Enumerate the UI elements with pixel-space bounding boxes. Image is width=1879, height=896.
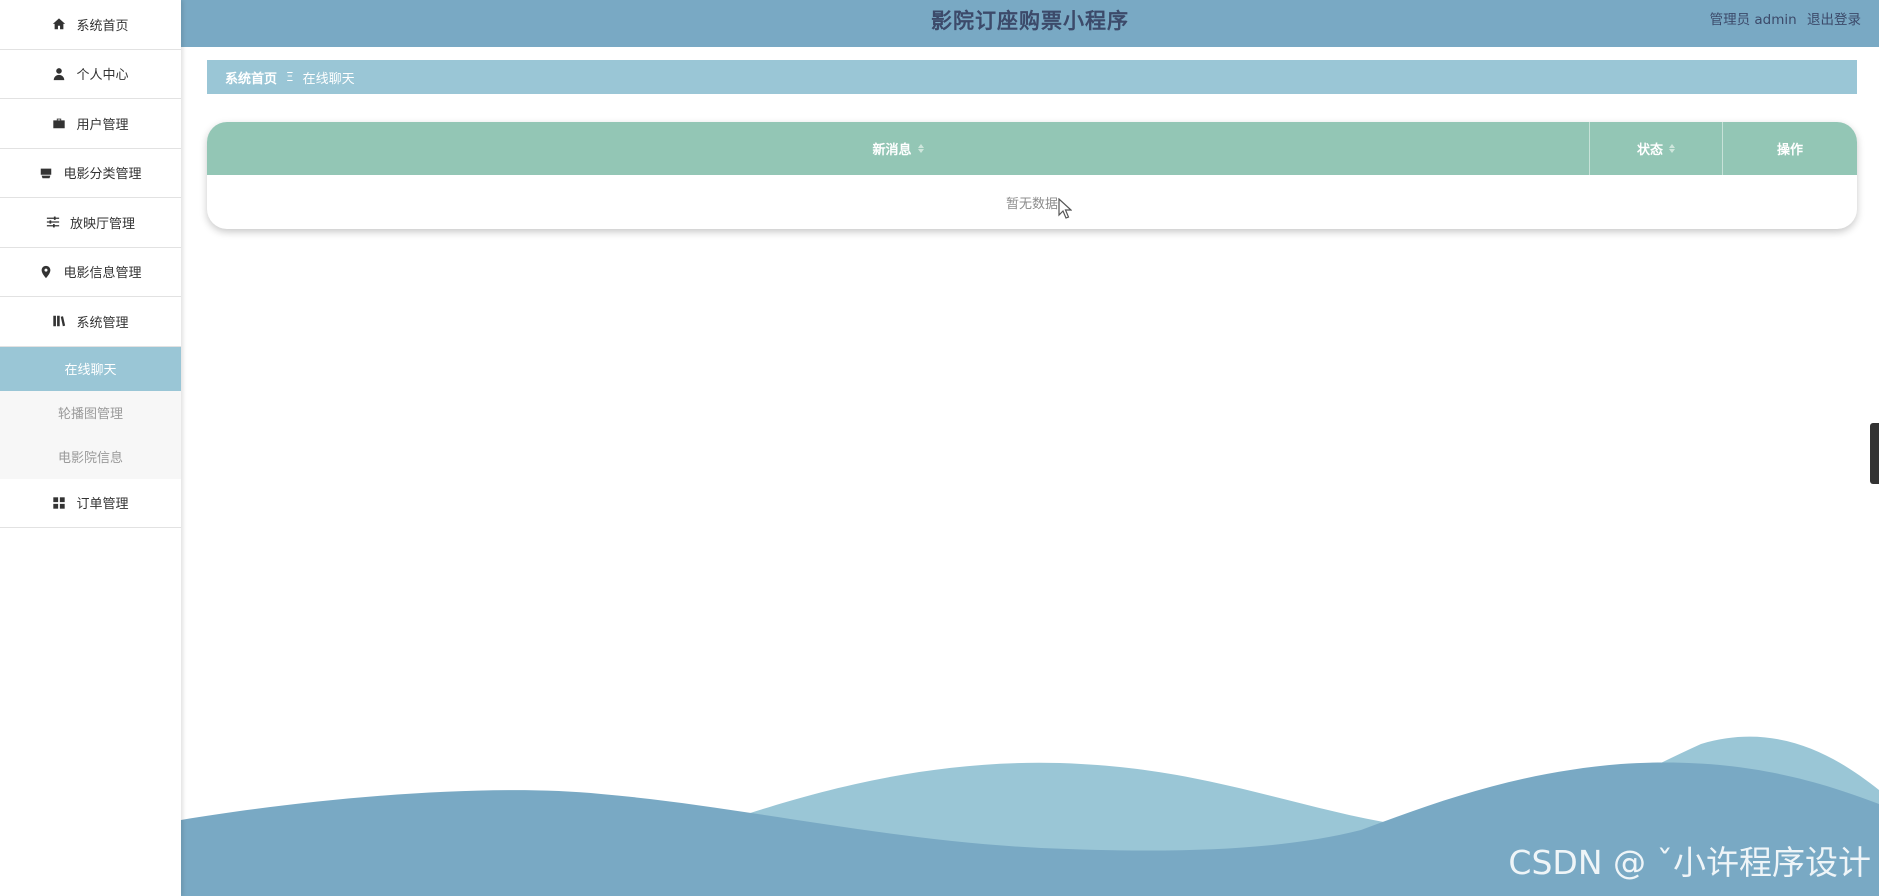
column-header-new-message[interactable]: 新消息 bbox=[207, 122, 1590, 175]
sidebar-item-movie-category[interactable]: 电影分类管理 bbox=[0, 149, 181, 198]
sort-caret-icon[interactable] bbox=[917, 144, 924, 153]
side-drawer-handle[interactable] bbox=[1870, 423, 1879, 484]
system-submenu: 在线聊天 轮播图管理 电影院信息 bbox=[0, 346, 181, 479]
map-pin-icon bbox=[39, 265, 53, 279]
home-icon bbox=[52, 17, 66, 31]
sidebar-item-hall[interactable]: 放映厅管理 bbox=[0, 198, 181, 248]
sidebar-subitem-carousel[interactable]: 轮播图管理 bbox=[0, 391, 181, 435]
table-empty-state: 暂无数据 bbox=[207, 175, 1857, 229]
grid-icon bbox=[52, 496, 66, 510]
table-header: 新消息 状态 操作 bbox=[207, 122, 1857, 175]
column-header-label: 操作 bbox=[1776, 143, 1803, 158]
mouse-cursor-icon bbox=[1058, 198, 1072, 219]
sidebar-item-label: 个人中心 bbox=[76, 68, 129, 84]
sidebar-subitem-online-chat[interactable]: 在线聊天 bbox=[0, 346, 181, 391]
empty-text: 暂无数据 bbox=[1005, 196, 1058, 212]
breadcrumb-home[interactable]: 系统首页 bbox=[225, 68, 277, 87]
column-header-actions: 操作 bbox=[1723, 122, 1857, 175]
sidebar-subitem-label: 轮播图管理 bbox=[57, 407, 123, 422]
sidebar-item-label: 用户管理 bbox=[76, 117, 129, 133]
column-header-status[interactable]: 状态 bbox=[1590, 122, 1723, 175]
watermark: CSDN @ ˇ小许程序设计 bbox=[1508, 843, 1871, 882]
app-title: 影院订座购票小程序 bbox=[931, 9, 1129, 33]
sidebar-item-label: 电影分类管理 bbox=[63, 167, 142, 183]
sliders-icon bbox=[46, 215, 60, 229]
sidebar-subitem-label: 在线聊天 bbox=[64, 363, 117, 378]
library-icon bbox=[52, 314, 66, 328]
sidebar-item-system[interactable]: 系统管理 bbox=[0, 297, 181, 347]
briefcase-icon bbox=[52, 116, 66, 130]
current-user: 管理员 admin bbox=[1709, 12, 1797, 28]
breadcrumb-separator: Ξ bbox=[286, 70, 294, 84]
sort-caret-icon[interactable] bbox=[1669, 144, 1675, 153]
top-header: 影院订座购票小程序 管理员 admin 退出登录 bbox=[181, 0, 1879, 47]
sidebar: 系统首页 个人中心 用户管理 电影分类管理 放映厅管理 电影信息管理 系统管理 … bbox=[0, 0, 181, 896]
sidebar-item-label: 电影信息管理 bbox=[63, 266, 142, 282]
sidebar-item-movie-info[interactable]: 电影信息管理 bbox=[0, 248, 181, 297]
user-icon bbox=[52, 67, 66, 81]
header-user-area: 管理员 admin 退出登录 bbox=[1704, 0, 1861, 41]
sidebar-item-label: 放映厅管理 bbox=[69, 216, 135, 232]
breadcrumb-current: 在线聊天 bbox=[302, 71, 355, 87]
sidebar-item-users[interactable]: 用户管理 bbox=[0, 99, 181, 149]
sidebar-item-label: 订单管理 bbox=[76, 497, 129, 513]
logout-link[interactable]: 退出登录 bbox=[1807, 12, 1861, 28]
inbox-icon bbox=[39, 166, 53, 180]
sidebar-item-orders[interactable]: 订单管理 bbox=[0, 479, 181, 528]
sidebar-subitem-label: 电影院信息 bbox=[57, 451, 123, 466]
sidebar-item-home[interactable]: 系统首页 bbox=[0, 0, 181, 50]
sidebar-item-label: 系统首页 bbox=[76, 18, 129, 34]
sidebar-item-label: 系统管理 bbox=[76, 315, 129, 331]
sidebar-subitem-cinema-info[interactable]: 电影院信息 bbox=[0, 435, 181, 479]
sidebar-item-profile[interactable]: 个人中心 bbox=[0, 50, 181, 99]
column-header-label: 状态 bbox=[1636, 143, 1663, 158]
breadcrumb: 系统首页 Ξ 在线聊天 bbox=[207, 60, 1857, 94]
column-header-label: 新消息 bbox=[872, 143, 912, 158]
messages-table: 新消息 状态 操作 暂无数据 bbox=[207, 122, 1857, 229]
